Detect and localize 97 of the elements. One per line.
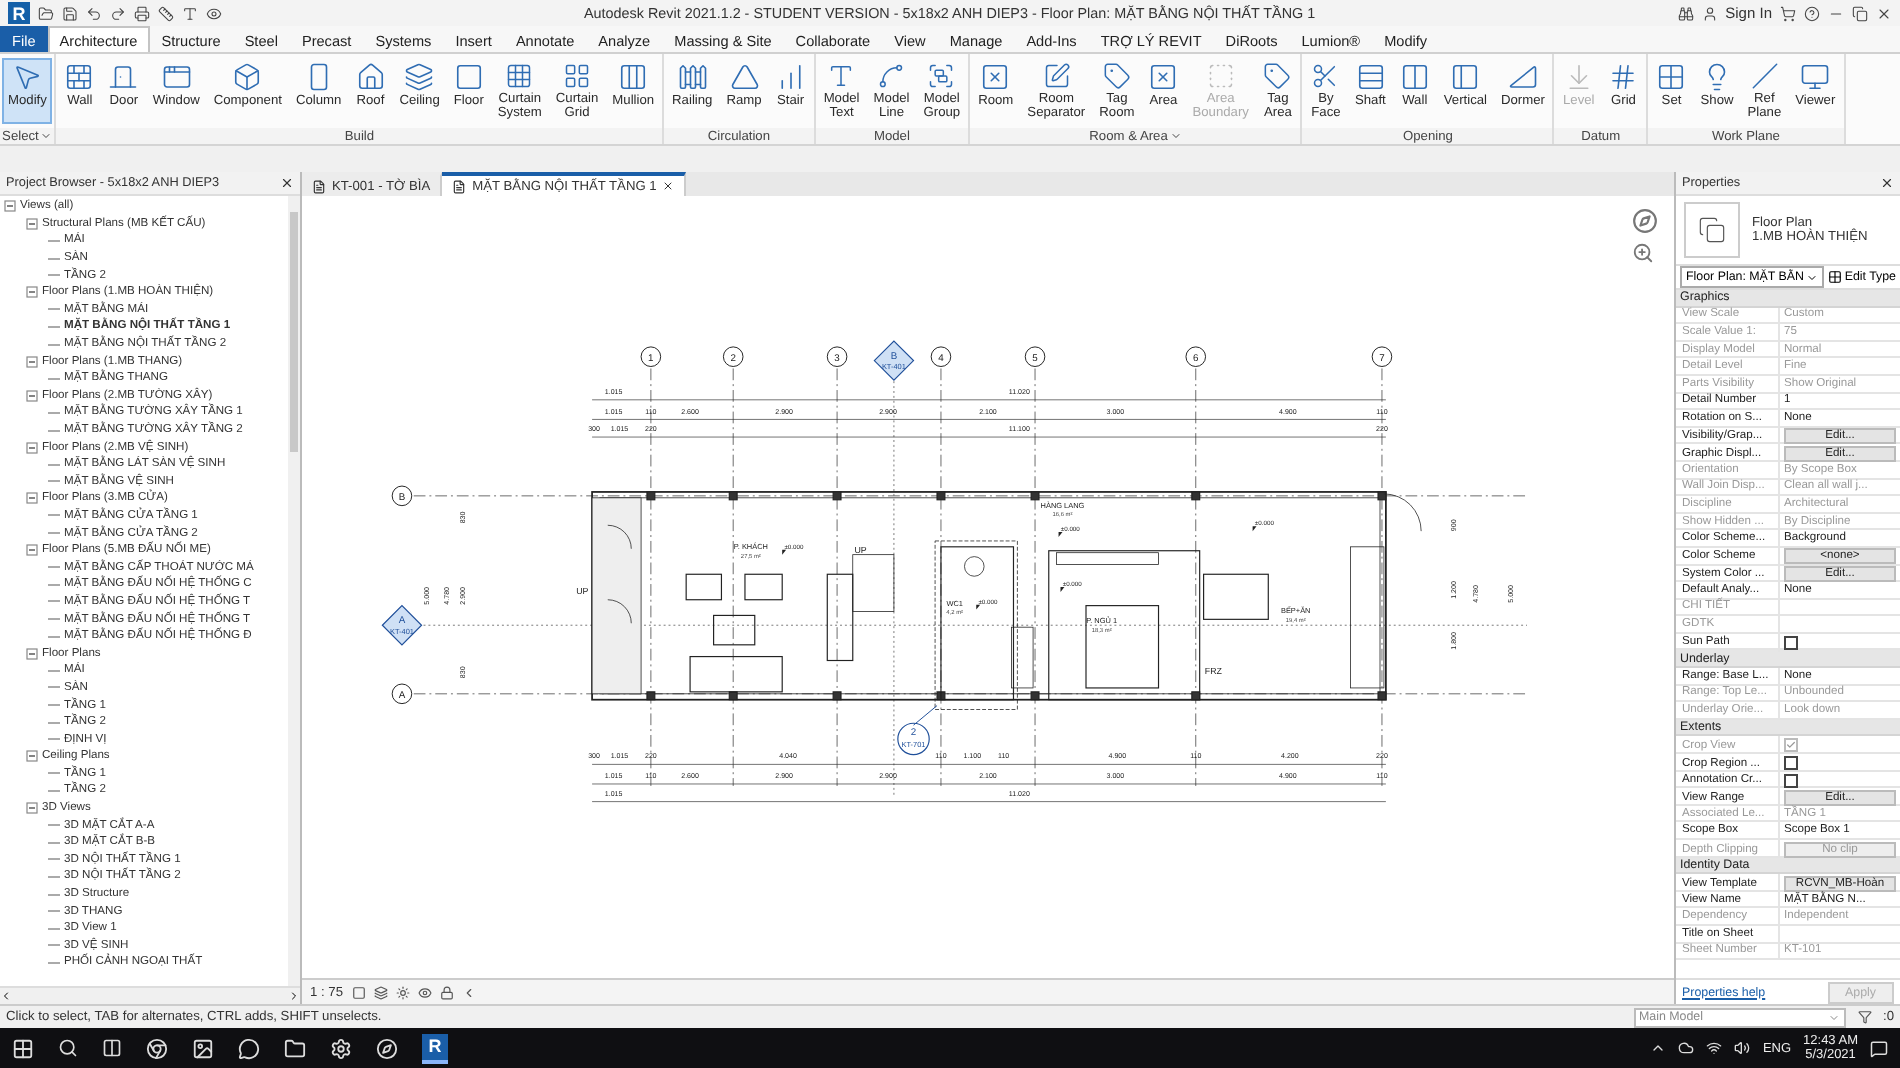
collapse-icon[interactable] xyxy=(26,544,38,557)
floor-icon xyxy=(453,62,484,92)
cursor-icon xyxy=(12,62,43,92)
collapse-icon[interactable] xyxy=(26,389,38,402)
chevron-down-icon xyxy=(1806,271,1819,283)
collapse-icon[interactable] xyxy=(26,355,38,368)
cart-icon[interactable] xyxy=(1780,5,1796,21)
restore-icon[interactable] xyxy=(1852,5,1868,21)
binoculars-icon[interactable] xyxy=(1677,5,1694,21)
undo-icon[interactable] xyxy=(86,5,102,21)
collapse-icon[interactable] xyxy=(4,200,16,213)
scrollbar[interactable] xyxy=(288,196,300,986)
tag-icon xyxy=(1262,62,1293,90)
room-separator-icon xyxy=(1041,62,1072,90)
railing-icon xyxy=(677,62,708,92)
document-icon xyxy=(452,179,467,193)
room-icon xyxy=(980,62,1011,92)
lock-icon[interactable] xyxy=(439,985,453,999)
help-icon[interactable] xyxy=(1804,5,1820,21)
collapse-icon[interactable] xyxy=(26,802,38,815)
tray-chevron-icon[interactable] xyxy=(1650,1040,1667,1056)
redo-icon[interactable] xyxy=(110,5,126,21)
start-icon[interactable] xyxy=(12,1037,34,1059)
grid-icon xyxy=(1828,270,1843,284)
network-icon[interactable] xyxy=(1706,1040,1723,1056)
viewer-icon xyxy=(1800,62,1831,92)
dormer-icon xyxy=(1507,62,1538,92)
component-icon xyxy=(232,62,263,92)
roof-icon xyxy=(355,62,386,92)
stair-icon xyxy=(775,62,806,92)
mullion-icon xyxy=(618,62,649,92)
wall-opening-icon xyxy=(1399,62,1430,92)
close-icon[interactable] xyxy=(662,180,675,192)
navigation-wheel-icon[interactable] xyxy=(1632,208,1658,234)
wall-icon xyxy=(64,62,95,92)
curtain-grid-icon xyxy=(562,62,593,90)
collapse-icon[interactable] xyxy=(26,286,38,299)
area-boundary-icon xyxy=(1205,62,1236,90)
collapse-icon[interactable] xyxy=(26,217,38,230)
close-icon[interactable] xyxy=(1880,176,1894,190)
scroll-left-icon[interactable] xyxy=(461,985,475,999)
collapse-icon[interactable] xyxy=(26,750,38,763)
floor-plan-icon xyxy=(1684,202,1740,258)
open-folder-icon[interactable] xyxy=(38,5,54,21)
area-icon xyxy=(1148,62,1179,92)
collapse-icon[interactable] xyxy=(26,492,38,505)
sun-icon[interactable] xyxy=(395,985,409,999)
collapse-icon[interactable] xyxy=(26,647,38,660)
work-plane-icon xyxy=(1656,62,1687,92)
chat-icon[interactable] xyxy=(238,1037,260,1059)
app-icon[interactable] xyxy=(376,1037,398,1059)
window-icon xyxy=(161,62,192,92)
filter-icon[interactable] xyxy=(1857,1010,1871,1024)
tag-icon xyxy=(1101,62,1132,90)
eye-icon[interactable] xyxy=(206,5,222,21)
shaft-icon xyxy=(1355,62,1386,92)
ramp-icon xyxy=(729,62,760,92)
door-icon xyxy=(108,62,139,92)
folder-icon[interactable] xyxy=(284,1037,306,1059)
settings-icon[interactable] xyxy=(330,1037,352,1059)
detail-level-icon[interactable] xyxy=(351,985,365,999)
curtain-system-icon xyxy=(504,62,535,90)
close-icon[interactable] xyxy=(1876,5,1892,21)
vertical-opening-icon xyxy=(1450,62,1481,92)
text-icon xyxy=(826,62,857,90)
text-icon[interactable] xyxy=(182,5,198,21)
zoom-icon[interactable] xyxy=(1632,242,1654,264)
cloud-icon[interactable] xyxy=(1678,1040,1695,1056)
taskbar-app-icon[interactable]: R xyxy=(422,1033,448,1063)
task-view-icon[interactable] xyxy=(102,1038,122,1058)
document-icon xyxy=(312,179,326,193)
checkbox[interactable] xyxy=(1784,773,1798,788)
scroll-left-icon[interactable] xyxy=(0,990,12,1002)
grid-icon xyxy=(1608,62,1639,92)
save-icon[interactable] xyxy=(62,5,78,21)
scroll-right-icon[interactable] xyxy=(288,990,300,1002)
ruler-icon[interactable] xyxy=(158,5,174,21)
notifications-icon[interactable] xyxy=(1870,1039,1888,1057)
checkbox[interactable] xyxy=(1784,756,1798,771)
ceiling-icon xyxy=(404,62,435,92)
search-icon[interactable] xyxy=(58,1038,78,1058)
visual-style-icon[interactable] xyxy=(373,985,387,999)
app-logo[interactable]: R xyxy=(8,2,30,24)
ref-plane-icon xyxy=(1749,62,1780,90)
collapse-icon[interactable] xyxy=(26,441,38,454)
print-icon[interactable] xyxy=(134,5,150,21)
line-icon xyxy=(876,62,907,90)
volume-icon[interactable] xyxy=(1734,1040,1751,1056)
user-icon[interactable] xyxy=(1701,5,1718,21)
group-icon xyxy=(926,62,957,90)
browser-icon[interactable] xyxy=(146,1037,168,1059)
leader-line xyxy=(913,705,938,726)
cut-icon xyxy=(1310,62,1341,90)
photos-icon[interactable] xyxy=(192,1037,214,1059)
close-icon[interactable] xyxy=(280,176,294,190)
chevron-down-icon xyxy=(1827,1011,1839,1023)
eye-icon[interactable] xyxy=(417,985,431,999)
